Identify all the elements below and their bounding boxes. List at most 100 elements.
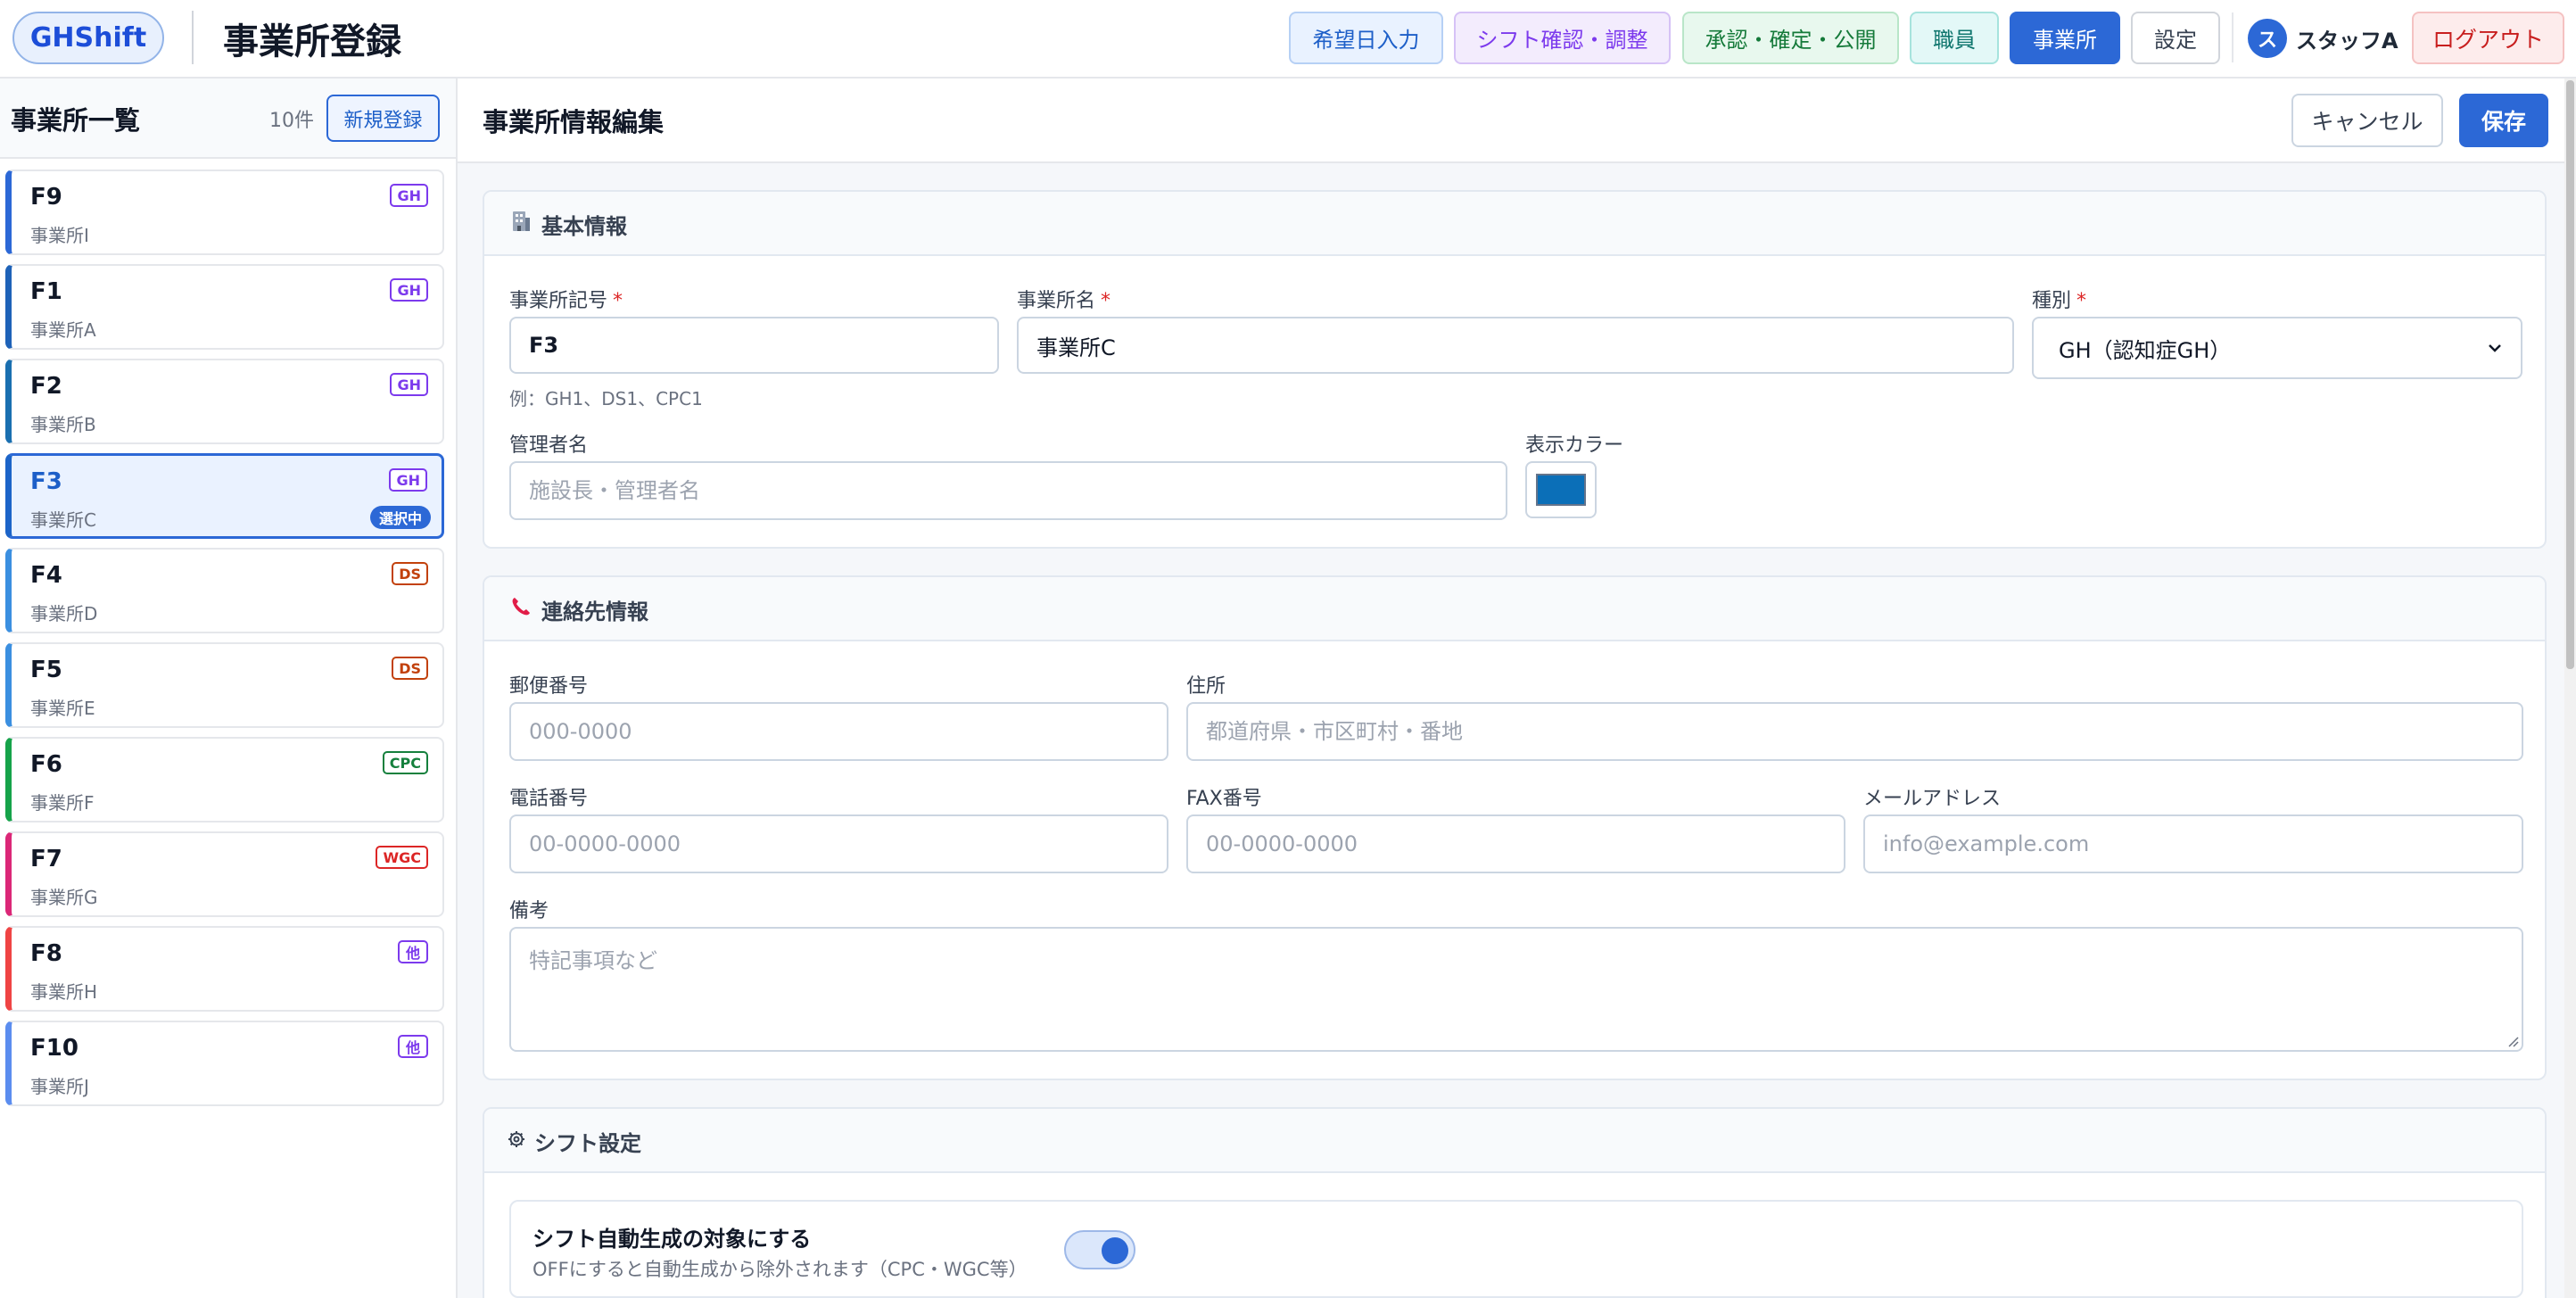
facility-name: 事業所H [30,981,98,1003]
auto-generate-card: シフト自動生成の対象にする OFFにすると自動生成から除外されます（CPC・WG… [509,1200,2523,1298]
facility-code: F10 [30,1035,78,1062]
nav-shift-review[interactable]: シフト確認・調整 [1454,12,1671,64]
facility-name: 事業所A [30,319,96,341]
nav-preferred-dates[interactable]: 希望日入力 [1289,12,1443,64]
facility-name: 事業所J [30,1076,89,1097]
notes-label: 備考 [509,900,549,922]
header-divider [192,11,194,64]
section-title: 連絡先情報 [509,577,648,641]
fax-input[interactable] [1186,814,1845,873]
code-label-text: 事業所記号 [509,290,608,312]
facility-type-badge: CPC [382,751,428,774]
email-input[interactable] [1863,814,2523,873]
email-label: メールアドレス [1863,788,2002,810]
phone-label: 電話番号 [509,788,589,810]
header-divider [2232,12,2233,62]
facility-code: F1 [30,278,62,305]
basic-info-section: 基本情報 事業所記号* 例：GH1、DS1、CPC1 事業所名* 種別* GH（… [483,190,2547,549]
facility-list-item[interactable]: F7 事業所G WGC [5,831,444,917]
scrollbar-thumb[interactable] [2566,80,2574,669]
shift-settings-section: シフト設定 シフト自動生成の対象にする OFFにすると自動生成から除外されます（… [483,1107,2547,1298]
section-title-text: 連絡先情報 [541,599,648,624]
manager-name-input[interactable] [509,461,1507,520]
address-input[interactable] [1186,702,2523,761]
toggle-knob [1102,1237,1128,1264]
address-label: 住所 [1186,675,1226,698]
color-label: 表示カラー [1525,434,1624,457]
logout-button[interactable]: ログアウト [2412,12,2564,64]
chevron-down-icon [2489,344,2501,352]
facility-code: F4 [30,562,62,589]
contact-section: 連絡先情報 郵便番号 住所 電話番号 FAX番号 メールアドレス 備考 [483,575,2547,1080]
facility-name: 事業所B [30,414,96,435]
edit-title: 事業所情報編集 [483,107,665,137]
display-color-picker[interactable] [1525,461,1597,518]
section-title: 基本情報 [509,192,627,256]
facility-type-badge: WGC [376,846,428,869]
facility-code: F7 [30,846,62,872]
postal-code-input[interactable] [509,702,1168,761]
type-label: 種別 * [2032,285,2086,313]
toggle-description: OFFにすると自動生成から除外されます（CPC・WGC等） [533,1259,1028,1280]
nav-approve-publish[interactable]: 承認・確定・公開 [1682,12,1899,64]
phone-input[interactable] [509,814,1168,873]
nav-staff[interactable]: 職員 [1910,12,1999,64]
type-label-text: 種別 [2032,290,2072,312]
main-header: 事業所情報編集 キャンセル 保存 [458,79,2564,163]
sidebar-header: 事業所一覧 10件 新規登録 [0,79,456,159]
facility-list-item[interactable]: F6 事業所F CPC [5,737,444,823]
postal-label: 郵便番号 [509,675,589,698]
facility-name: 事業所D [30,603,98,624]
facility-list-item[interactable]: F9 事業所I GH [5,169,444,255]
nav-settings[interactable]: 設定 [2131,12,2220,64]
facility-count: 10件 [269,110,314,132]
notes-textarea[interactable] [509,927,2523,1052]
resize-grip-icon[interactable] [2506,1034,2520,1048]
facility-list-item[interactable]: F8 事業所H 他 [5,926,444,1012]
section-header: シフト設定 [484,1109,2545,1173]
facility-sidebar: 事業所一覧 10件 新規登録 F9 事業所I GH F1 事業所A GH F2 事業所B GH F… [0,79,458,1298]
cancel-button[interactable]: キャンセル [2291,94,2443,147]
facility-code: F5 [30,657,62,683]
facility-type-select[interactable]: GH（認知症GH） [2032,317,2522,379]
app-logo[interactable]: GHShift [12,12,164,64]
facility-list-item[interactable]: F10 事業所J 他 [5,1021,444,1106]
nav-facilities[interactable]: 事業所 [2010,12,2120,64]
facility-code-input[interactable] [509,317,999,374]
phone-icon [509,596,533,623]
facility-list-item[interactable]: F2 事業所B GH [5,359,444,444]
facility-list-item[interactable]: F5 事業所E DS [5,642,444,728]
name-label: 事業所名 * [1017,285,1110,313]
sidebar-title: 事業所一覧 [11,105,141,136]
main-panel: 事業所情報編集 キャンセル 保存 基本情報 事業所記号* 例：GH1、DS1、C… [458,79,2576,1298]
color-swatch [1536,474,1586,506]
required-mark: * [2076,290,2087,312]
building-icon [509,210,533,238]
manager-label: 管理者名 [509,434,589,457]
auto-generate-toggle[interactable] [1064,1230,1135,1269]
facility-type-badge: DS [392,657,428,680]
facility-type-badge: GH [390,373,428,396]
save-button[interactable]: 保存 [2459,94,2548,147]
facility-list-item[interactable]: F1 事業所A GH [5,264,444,350]
avatar[interactable]: ス [2248,19,2287,58]
code-label: 事業所記号 * [509,285,623,313]
gear-icon [508,1129,525,1153]
facility-list-item[interactable]: F3 事業所C GH 選択中 [5,453,444,539]
facility-name-input[interactable] [1017,317,2014,374]
user-name: スタッフA [2296,28,2398,54]
facility-type-badge: 他 [398,1035,428,1058]
required-mark: * [613,290,623,312]
section-header: 連絡先情報 [484,577,2545,641]
new-facility-button[interactable]: 新規登録 [326,95,440,142]
facility-name: 事業所F [30,792,95,814]
facility-list-item[interactable]: F4 事業所D DS [5,548,444,633]
section-title-text: シフト設定 [534,1130,641,1156]
facility-code: F9 [30,184,62,211]
facility-type-badge: GH [390,278,428,302]
facility-type-badge: 他 [398,940,428,963]
facility-type-value: GH（認知症GH） [2059,337,2232,363]
code-hint: 例：GH1、DS1、CPC1 [509,388,703,409]
facility-code: F3 [30,468,62,495]
facility-name: 事業所I [30,225,89,246]
